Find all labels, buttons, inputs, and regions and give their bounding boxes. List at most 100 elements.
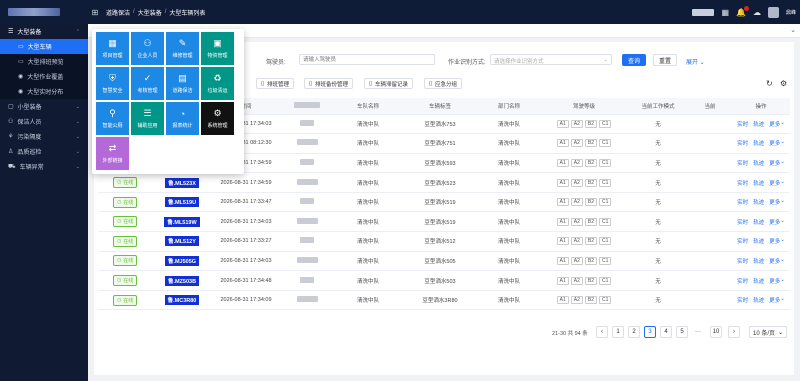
sidebar-item-icon: ◉ <box>18 74 24 80</box>
track-link[interactable]: 轨迹 <box>753 198 764 206</box>
blurred-value <box>300 276 314 283</box>
track-link[interactable]: 轨迹 <box>753 139 764 147</box>
more-link[interactable]: 更多 <box>769 139 780 147</box>
page-button[interactable]: 4 <box>660 326 672 338</box>
apps-grid-icon[interactable]: ⊞ <box>88 8 102 17</box>
app-tile[interactable]: ✓ 考核管理 <box>131 67 164 100</box>
level-tag: A1 <box>556 198 569 207</box>
page-size-select[interactable]: 10 条/页 ⌄ <box>749 326 787 338</box>
realtime-link[interactable]: 实时 <box>737 198 748 206</box>
mode-select[interactable]: 请选择作业识别方式 ⌄ <box>490 54 612 65</box>
next-page-button[interactable]: › <box>728 326 740 338</box>
status-text: 在线 <box>123 199 134 206</box>
toolbar-button[interactable]: ▯ 排班备份管理 <box>304 78 354 89</box>
app-tile[interactable]: ⚙ 系统管理 <box>201 102 234 135</box>
app-tile[interactable]: ▣ 物资管理 <box>201 32 234 65</box>
more-link[interactable]: 更多 <box>769 257 780 265</box>
page-button[interactable]: 5 <box>676 326 688 338</box>
prev-page-button[interactable]: ‹ <box>596 326 608 338</box>
expand-link[interactable]: 展开 ⌄ <box>686 57 705 66</box>
sidebar-item[interactable]: ▭ 大型车辆 <box>0 39 88 54</box>
toolbar-button[interactable]: ▯ 应急分组 <box>424 78 463 89</box>
more-link[interactable]: 更多 <box>769 159 780 167</box>
cloud-icon[interactable]: ☁ <box>753 8 761 17</box>
realtime-link[interactable]: 实时 <box>737 218 748 226</box>
settings-icon[interactable]: ⚙ <box>780 79 787 88</box>
track-link[interactable]: 轨迹 <box>753 218 764 226</box>
realtime-link[interactable]: 实时 <box>737 139 748 147</box>
page-button[interactable]: ··· <box>692 326 704 338</box>
sidebar-item[interactable]: ▢ 小型装备 ⌄ <box>0 99 88 114</box>
app-tile[interactable]: ✎ 维修管理 <box>166 32 199 65</box>
sidebar-item[interactable]: ⛟ 车辆异常 ⌄ <box>0 159 88 174</box>
more-link[interactable]: 更多 <box>769 179 780 187</box>
sidebar-item[interactable]: ♙ 品质巡检 ⌄ <box>0 144 88 159</box>
track-link[interactable]: 轨迹 <box>753 237 764 245</box>
mode-cell: 无 <box>628 270 688 291</box>
breadcrumb-item[interactable]: 大型装备 <box>138 8 162 17</box>
app-tile[interactable]: ▤ 道路保洁 <box>166 67 199 100</box>
chevron-down-icon: ⌄ <box>780 276 785 283</box>
more-link[interactable]: 更多 <box>769 277 780 285</box>
blurred-value <box>296 217 318 224</box>
track-link[interactable]: 轨迹 <box>753 277 764 285</box>
more-link[interactable]: 更多 <box>769 218 780 226</box>
page-button[interactable]: 2 <box>628 326 640 338</box>
app-tile-label: 垃圾清运 <box>207 88 228 94</box>
label-cell: 豆型洒水505 <box>402 251 478 272</box>
avatar[interactable] <box>767 6 779 18</box>
tabs-more-icon[interactable]: ⌄ <box>790 26 796 34</box>
app-tile[interactable]: ◔ 报表统计 <box>166 102 199 135</box>
more-link[interactable]: 更多 <box>769 120 780 128</box>
more-link[interactable]: 更多 <box>769 296 780 304</box>
realtime-link[interactable]: 实时 <box>737 120 748 128</box>
realtime-link[interactable]: 实时 <box>737 159 748 167</box>
reset-button[interactable]: 重置 <box>653 54 677 66</box>
sidebar-item[interactable]: ⚘ 污染隔度 ⌄ <box>0 129 88 144</box>
realtime-link[interactable]: 实时 <box>737 257 748 265</box>
app-tile[interactable]: ⚲ 智能公厕 <box>96 102 129 135</box>
level-tag: B2 <box>584 119 597 128</box>
app-tile[interactable]: ⛨ 智慧安全 <box>96 67 129 100</box>
sidebar-item[interactable]: ☰ 大型装备 ⌃ <box>0 24 88 39</box>
app-tile[interactable]: ⚇ 企业人员 <box>131 32 164 65</box>
track-link[interactable]: 轨迹 <box>753 296 764 304</box>
page-button[interactable]: 3 <box>644 326 656 338</box>
app-tile-label: 项目管理 <box>102 53 123 59</box>
sidebar-item[interactable]: ⚇ 保洁人员 ⌄ <box>0 114 88 129</box>
table-icon[interactable]: ▦ <box>721 8 729 17</box>
track-link[interactable]: 轨迹 <box>753 257 764 265</box>
track-link[interactable]: 轨迹 <box>753 179 764 187</box>
page-button[interactable]: 1 <box>612 326 624 338</box>
more-link[interactable]: 更多 <box>769 237 780 245</box>
query-button[interactable]: 查询 <box>622 54 646 66</box>
breadcrumb-item[interactable]: 道路保洁 <box>106 8 130 17</box>
app-tile[interactable]: ▦ 项目管理 <box>96 32 129 65</box>
toolbar-button[interactable]: ▯ 排班管理 <box>256 78 295 89</box>
sidebar-item[interactable]: ◉ 大型作业覆盖 <box>0 69 88 84</box>
realtime-link[interactable]: 实时 <box>737 237 748 245</box>
user-name[interactable]: 鼎峰 <box>786 9 796 16</box>
track-link[interactable]: 轨迹 <box>753 120 764 128</box>
page-button[interactable]: 10 <box>710 326 722 338</box>
app-tile[interactable]: ♻ 垃圾清运 <box>201 67 234 100</box>
notification-icon[interactable]: 🔔 <box>736 5 749 17</box>
level-tag: A1 <box>556 256 569 265</box>
level-tag: C1 <box>598 198 612 207</box>
realtime-link[interactable]: 实时 <box>737 296 748 304</box>
app-tile-icon: ♻ <box>213 73 222 83</box>
chevron-icon: ⌄ <box>75 163 80 170</box>
sidebar-item[interactable]: ◉ 大型实时分布 <box>0 84 88 99</box>
driver-input[interactable] <box>299 54 435 65</box>
track-link[interactable]: 轨迹 <box>753 159 764 167</box>
app-tile[interactable]: ☰ 辅助应用 <box>131 102 164 135</box>
sidebar-item[interactable]: ▭ 大型排班预览 <box>0 54 88 69</box>
refresh-icon[interactable]: ↻ <box>766 79 773 88</box>
realtime-link[interactable]: 实时 <box>737 277 748 285</box>
level-cell: A1 A2 B2 C1 <box>540 133 628 154</box>
realtime-link[interactable]: 实时 <box>737 179 748 187</box>
doc-icon: ▯ <box>429 80 433 87</box>
toolbar-button[interactable]: ▯ 车辆滞留记录 <box>364 78 414 89</box>
more-link[interactable]: 更多 <box>769 198 780 206</box>
app-tile[interactable]: ⇄ 外部链接 <box>96 137 129 170</box>
